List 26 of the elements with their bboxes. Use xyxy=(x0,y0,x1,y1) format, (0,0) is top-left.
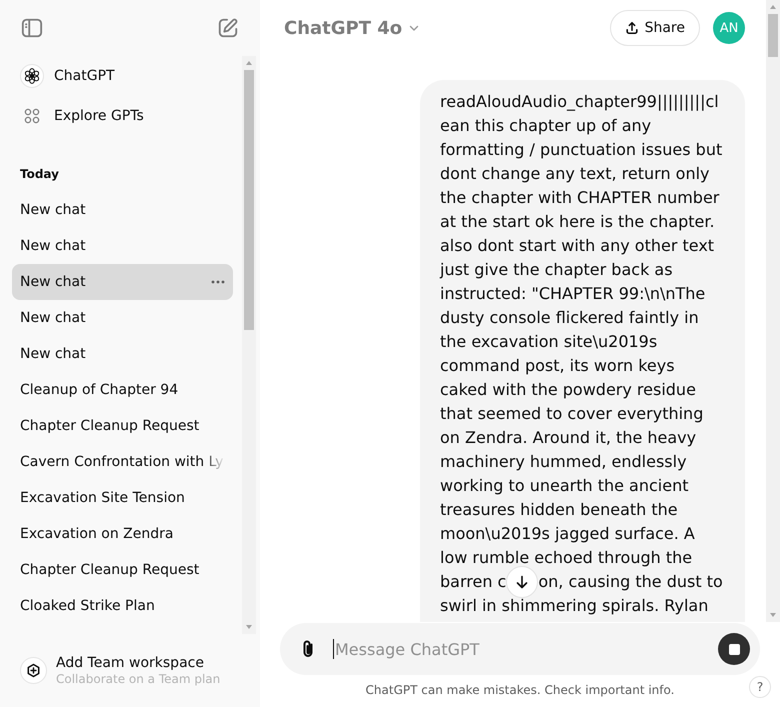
edit-icon[interactable] xyxy=(217,17,239,39)
scrollbar-thumb[interactable] xyxy=(768,14,778,57)
message-input[interactable]: Message ChatGPT xyxy=(334,637,710,661)
nav-item[interactable]: ChatGPT xyxy=(12,56,233,96)
scrollbar-track[interactable] xyxy=(242,56,256,634)
disclaimer-text: ChatGPT can make mistakes. Check important info. xyxy=(366,682,674,698)
chat-item[interactable]: New chat xyxy=(12,264,233,300)
model-selector[interactable]: ChatGPT 4o xyxy=(284,18,420,38)
stop-button[interactable] xyxy=(718,633,750,665)
user-message: readAloudAudio_chapter99|||||||||clean this chapter up of any formatting / punctuation issues but dont change any text, return only the chapter with CHAPTER number at the start ok here is the chapter. also dont start with any other text just give the chapter back as instructed: "CHAPTER 99:\n\nThe dusty console flickered faintly in the excavation site\u2019s command post, its worn keys caked with the powdery residue that seemed to cover everything on Zendra. Around it, the heavy machinery hummed, endlessly working to unearth the ancient treasures hidden beneath the moon\u2019s jagged surface. A low rumble echoed through the barren c on, causing the dust to swirl in shimmering spirals. Rylan xyxy=(420,80,745,622)
help-button[interactable]: ? xyxy=(749,676,771,698)
add-team-workspace-button[interactable]: Add Team workspace Collaborate on a Team plan xyxy=(20,654,220,686)
section-heading: Today xyxy=(19,166,60,183)
text-cursor xyxy=(333,639,334,659)
stop-icon xyxy=(728,644,740,654)
scrollbar-thumb[interactable] xyxy=(244,70,254,330)
logo-icon xyxy=(20,64,44,88)
scroll-down-button[interactable] xyxy=(506,566,538,598)
message-field[interactable]: Message ChatGPT xyxy=(280,623,760,675)
ellipsis-icon[interactable] xyxy=(211,280,225,284)
grid-icon xyxy=(24,108,40,124)
sidebar-toggle-icon[interactable] xyxy=(21,17,43,39)
share-icon xyxy=(624,21,639,35)
scrollbar-track[interactable] xyxy=(766,0,780,622)
share-button[interactable]: Share xyxy=(610,10,700,46)
nav-item[interactable]: Explore GPTs xyxy=(12,96,233,136)
